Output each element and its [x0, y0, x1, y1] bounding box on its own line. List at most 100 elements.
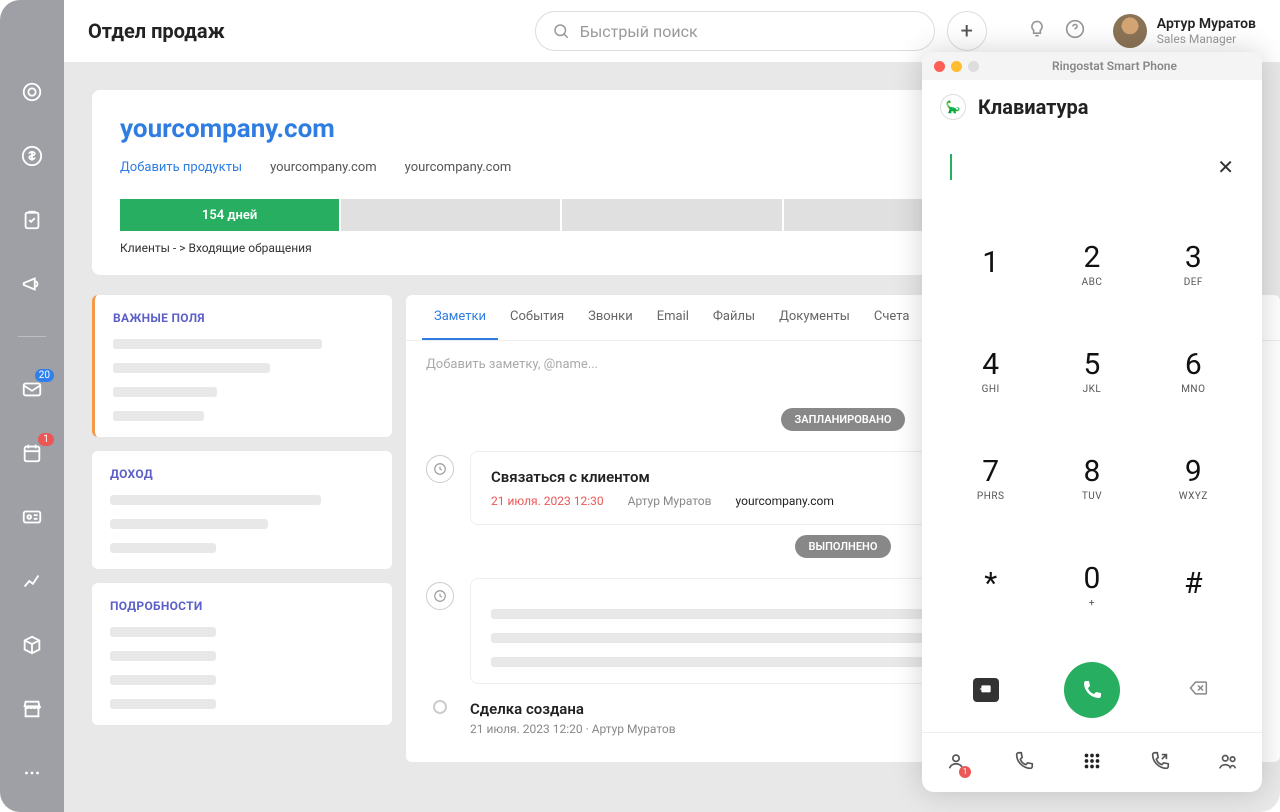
megaphone-icon[interactable] [20, 272, 44, 296]
panel-income: ДОХОД [92, 451, 392, 569]
clock-icon [426, 455, 454, 483]
task-date: 21 июля. 2023 12:30 [491, 494, 604, 508]
skeleton [113, 411, 204, 421]
page-title: Отдел продаж [88, 19, 225, 43]
dial-key-#[interactable]: # [1143, 531, 1244, 638]
target-icon[interactable] [20, 80, 44, 104]
breadcrumb-item[interactable]: yourcompany.com [405, 160, 512, 175]
search-input[interactable]: Быстрый поиск [535, 11, 935, 51]
key-num: * [984, 566, 997, 601]
nav-rail: 20 1 [0, 0, 64, 812]
traffic-max-icon[interactable] [968, 61, 979, 72]
dial-key-9[interactable]: 9 WXYZ [1143, 424, 1244, 531]
user-chip[interactable]: Артур Муратов Sales Manager [1113, 14, 1256, 48]
skeleton [110, 543, 216, 553]
dial-key-2[interactable]: 2ABC [1041, 210, 1142, 317]
task-company: yourcompany.com [736, 494, 834, 508]
clipboard-icon[interactable] [20, 208, 44, 232]
phone-widget: Ringostat Smart Phone 🦕 Клавиатура ✕ 1 2A… [922, 52, 1262, 792]
tab-email[interactable]: Email [645, 295, 701, 340]
call-button[interactable] [1064, 662, 1120, 718]
key-num: 3 [1185, 240, 1202, 275]
traffic-min-icon[interactable] [951, 61, 962, 72]
mail-badge: 20 [35, 369, 54, 382]
stage-active[interactable]: 154 дней [120, 199, 339, 231]
contacts-icon[interactable]: 1 [945, 750, 967, 776]
dial-key-5[interactable]: 5 JKL [1041, 317, 1142, 424]
key-num: 0 [1084, 561, 1101, 596]
search-placeholder: Быстрый поиск [580, 22, 698, 41]
key-num: 5 [1084, 347, 1101, 382]
help-icon[interactable] [1065, 19, 1085, 43]
key-num: # [1184, 566, 1202, 601]
dial-key-6[interactable]: 6MNO [1143, 317, 1244, 424]
team-icon[interactable] [1217, 750, 1239, 776]
dial-key-*[interactable]: * [940, 531, 1041, 638]
dial-key-8[interactable]: 8TUV [1041, 424, 1142, 531]
panel-title: ВАЖНЫЕ ПОЛЯ [113, 311, 374, 325]
skeleton [110, 651, 216, 661]
stage[interactable] [341, 199, 560, 231]
tab-calls[interactable]: Звонки [576, 295, 645, 340]
key-sub: + [1089, 598, 1095, 609]
stage[interactable] [562, 199, 781, 231]
skeleton [113, 387, 217, 397]
key-sub: ABC [1082, 277, 1103, 288]
dollar-icon[interactable] [20, 144, 44, 168]
bulb-icon[interactable] [1027, 19, 1047, 43]
tab-notes[interactable]: Заметки [422, 295, 498, 340]
phone-window-title: Ringostat Smart Phone [979, 59, 1250, 73]
key-sub: MNO [1181, 384, 1205, 395]
dial-key-3[interactable]: 3 DEF [1143, 210, 1244, 317]
tab-events[interactable]: События [498, 295, 576, 340]
contacts-badge: 1 [959, 766, 971, 778]
key-sub: WXYZ [1179, 491, 1208, 502]
skeleton [110, 699, 216, 709]
dial-key-1[interactable]: 1 [940, 210, 1041, 317]
clock-icon [426, 582, 454, 610]
skeleton [110, 675, 216, 685]
key-num: 9 [1185, 454, 1202, 489]
breadcrumb-item[interactable]: yourcompany.com [270, 160, 377, 175]
key-sub: DEF [1184, 277, 1203, 288]
more-icon[interactable] [20, 761, 44, 785]
add-message-button[interactable]: + [973, 678, 999, 702]
tab-files[interactable]: Файлы [701, 295, 767, 340]
key-num: 7 [982, 454, 999, 489]
panel-important: ВАЖНЫЕ ПОЛЯ [92, 295, 392, 437]
dialpad: 12ABC3DEF4GHI5JKL6MNO7PHRS8TUV9WXYZ*0+# [922, 200, 1262, 648]
dial-key-7[interactable]: 7PHRS [940, 424, 1041, 531]
phone-input-cursor[interactable] [950, 154, 952, 180]
add-button[interactable]: + [947, 11, 987, 51]
key-sub: GHI [982, 384, 1000, 395]
avatar [1113, 14, 1147, 48]
dialpad-icon[interactable] [1081, 750, 1103, 776]
add-products-link[interactable]: Добавить продукты [120, 160, 242, 175]
phone-logo-icon: 🦕 [940, 94, 966, 120]
user-name: Артур Муратов [1157, 16, 1256, 32]
clear-input-button[interactable]: ✕ [1217, 155, 1234, 179]
key-num: 1 [982, 245, 999, 280]
phone-header: 🦕 Клавиатура [922, 80, 1262, 134]
search-icon [552, 22, 570, 40]
backspace-button[interactable] [1185, 678, 1211, 702]
skeleton [491, 609, 940, 619]
dial-key-4[interactable]: 4GHI [940, 317, 1041, 424]
traffic-close-icon[interactable] [934, 61, 945, 72]
tab-docs[interactable]: Документы [767, 295, 862, 340]
store-icon[interactable] [20, 697, 44, 721]
dial-key-0[interactable]: 0+ [1041, 531, 1142, 638]
panel-title: ПОДРОБНОСТИ [110, 599, 374, 613]
calendar-icon[interactable]: 1 [20, 441, 44, 465]
box-icon[interactable] [20, 633, 44, 657]
panel-details: ПОДРОБНОСТИ [92, 583, 392, 725]
phone-header-title: Клавиатура [978, 95, 1088, 119]
chart-icon[interactable] [20, 569, 44, 593]
tab-invoices[interactable]: Счета [862, 295, 922, 340]
callback-icon[interactable] [1149, 750, 1171, 776]
timeline-dot-icon [433, 700, 447, 714]
history-icon[interactable] [1013, 750, 1035, 776]
key-sub: JKL [1083, 384, 1102, 395]
card-icon[interactable] [20, 505, 44, 529]
mail-icon[interactable]: 20 [20, 377, 44, 401]
